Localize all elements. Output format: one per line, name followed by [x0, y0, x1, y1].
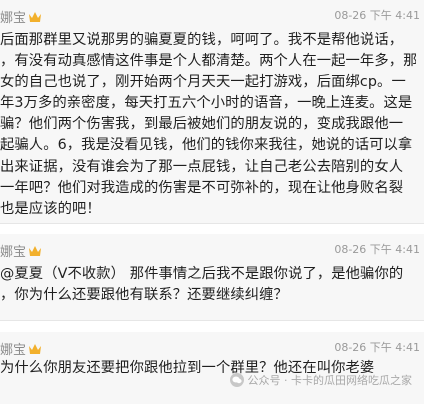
comment-line: ，你为什么还要跟他有联系？还要继续纠缠？	[0, 287, 288, 304]
comment-line: 出来证据，没有谁会为了那一点屁钱，让自己老公去陪别的女人	[0, 158, 404, 175]
comment-date: 08-26	[334, 243, 367, 256]
comment-header: 娜宝 08-26 下午 4:41	[0, 238, 424, 260]
comment-card: 娜宝 08-26 下午 4:41 @夏夏（V不收款） 那件事情之后我不是跟你说了…	[0, 234, 424, 321]
comment-card: 娜宝 08-26 下午 4:41 后面那群里又说那男的骗夏夏的钱，呵呵了。我不是…	[0, 0, 424, 224]
comment-line: 女的自己也说了，刚开始两个月天天一起打游戏，后面绑cp。一	[0, 74, 406, 91]
watermark-text: 公众号 · 卡卡的瓜田网络吃瓜之家	[247, 374, 413, 387]
commenter-name[interactable]: 娜宝	[0, 241, 42, 260]
comment-line: ，有没有动真感情这件事是个人都清楚。两个人在一起一年多，那	[0, 53, 416, 70]
comment-timestamp: 08-26 下午 4:41	[334, 241, 420, 257]
wechat-icon	[229, 373, 244, 387]
comment-card: 娜宝 08-26 下午 4:41 为什么你朋友还要把你跟他拉到一个群里？他还在叫…	[0, 332, 424, 404]
comment-time: 下午 4:41	[369, 341, 420, 354]
comment-line: 年3万多的亲密度，每天打五六个小时的语音，一晚上连麦。这是	[0, 95, 413, 112]
commenter-name[interactable]: 娜宝	[0, 339, 42, 358]
comment-line: 也是应该的吧！	[0, 200, 101, 217]
commenter-name-label: 娜宝	[0, 245, 27, 260]
comment-timestamp: 08-26 下午 4:41	[334, 7, 420, 23]
commenter-name-label: 娜宝	[0, 343, 27, 358]
comment-time: 下午 4:41	[369, 9, 420, 22]
comment-date: 08-26	[334, 9, 367, 22]
crown-icon	[29, 246, 42, 256]
crown-icon	[29, 12, 42, 22]
comment-line: @夏夏（V不收款） 那件事情之后我不是跟你说了，是他骗你的	[0, 266, 404, 282]
comment-date: 08-26	[334, 341, 367, 354]
comment-text: @夏夏（V不收款） 那件事情之后我不是跟你说了，是他骗你的 ，你为什么还要跟他有…	[0, 264, 416, 306]
commenter-name-label: 娜宝	[0, 11, 27, 26]
comment-timestamp: 08-26 下午 4:41	[334, 339, 420, 355]
comment-header: 娜宝 08-26 下午 4:41	[0, 336, 424, 358]
comment-line: 起骗人。6，我是没看见钱，他们的钱你来我往，她说的话可以拿	[0, 137, 413, 154]
comment-line: 骗？他们两个伤害我，到最后被她们的朋友说的，变成我跟他一	[0, 116, 404, 133]
comment-line: 后面那群里又说那男的骗夏夏的钱，呵呵了。我不是帮他说话，	[0, 32, 404, 48]
comment-text: 后面那群里又说那男的骗夏夏的钱，呵呵了。我不是帮他说话， ，有没有动真感情这件事…	[0, 30, 416, 220]
commenter-name[interactable]: 娜宝	[0, 7, 42, 26]
crown-icon	[29, 344, 42, 354]
comment-line: 一年吧？他们对我造成的伤害是不可弥补的，现在让他身败名裂	[0, 179, 404, 196]
comment-time: 下午 4:41	[369, 243, 420, 256]
watermark: 公众号 · 卡卡的瓜田网络吃瓜之家	[229, 372, 413, 388]
comment-header: 娜宝 08-26 下午 4:41	[0, 4, 424, 26]
